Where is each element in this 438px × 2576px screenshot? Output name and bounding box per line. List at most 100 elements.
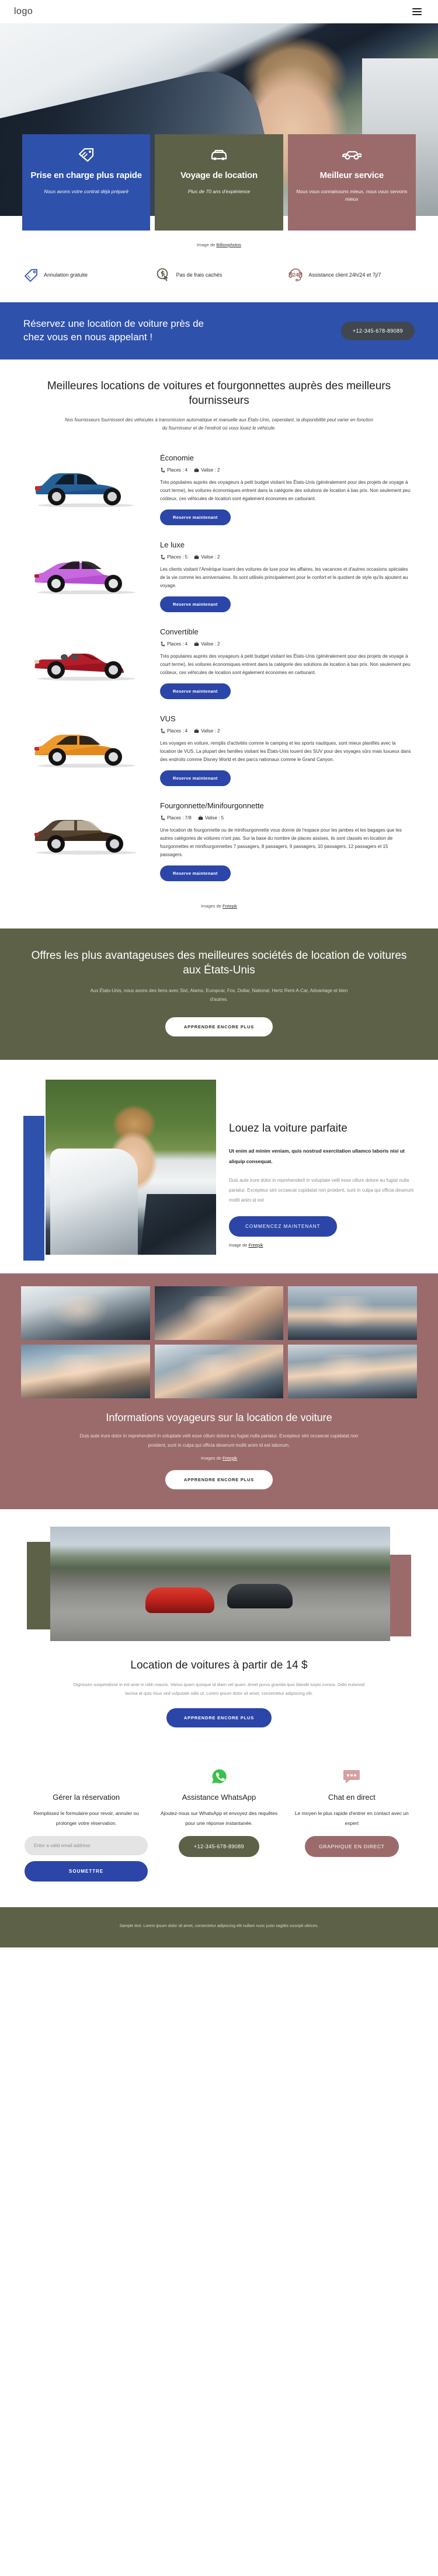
split-title: Louez la voiture parfaite: [229, 1122, 347, 1135]
perk-label: Annulation gratuite: [44, 271, 88, 278]
red-car-shape: [145, 1587, 214, 1613]
reserve-button[interactable]: Reserve maintenant: [160, 770, 231, 787]
car-title: Fourgonnette/Minifourgonnette: [160, 801, 264, 811]
car-front-icon: [163, 145, 274, 165]
seats-meta: Places : 4: [160, 728, 187, 734]
credit-link[interactable]: Billionphotos: [216, 242, 241, 247]
reserve-button[interactable]: Reserve maintenant: [160, 596, 231, 613]
seats-meta: Places : 5: [160, 554, 187, 560]
car-image-fourgonnette: [27, 800, 150, 865]
call-cta-band: Réservez une location de voiture près de…: [0, 302, 438, 359]
bags-label: Valise : 2: [201, 554, 220, 560]
car-meta: Places : 5 Valise : 2: [160, 554, 411, 560]
car-title: VUS: [160, 714, 176, 724]
contact-body: Le moyen le plus rapide d'entrer en cont…: [294, 1810, 409, 1826]
credit-prefix: Images de: [200, 903, 223, 909]
suitcase-icon: [198, 816, 203, 821]
contact-whatsapp: Assistance WhatsApp Ajoutez-nous sur Wha…: [157, 1765, 280, 1882]
feature-card-title: Prise en charge plus rapide: [30, 170, 142, 180]
feature-card-subtitle: Plus de 70 ans d'expérience: [187, 189, 251, 195]
perk-free-cancellation: Annulation gratuite: [23, 267, 150, 282]
perfect-car-section: Louez la voiture parfaite Ut enim ad min…: [0, 1060, 438, 1273]
section-title: Meilleures locations de voitures et four…: [47, 379, 391, 407]
car-title: Le luxe: [160, 540, 185, 550]
rose-button-wrap: APPRENDRE ENCORE PLUS: [21, 1469, 417, 1489]
car-row: VUS Places : 4 Valise : 2 Les voyages en…: [27, 707, 411, 794]
seats-label: Places : 4: [167, 467, 188, 473]
contact-live-chat: Chat en direct Le moyen le plus rapide d…: [290, 1765, 413, 1882]
split-body: Louez la voiture parfaite Ut enim ad min…: [229, 1080, 415, 1248]
reserve-button[interactable]: Reserve maintenant: [160, 865, 231, 882]
phone-button[interactable]: +12-345-678-89089: [340, 321, 415, 340]
logo[interactable]: logo: [14, 6, 33, 17]
feature-card-best-service[interactable]: Meilleur service Nous vous connaissons m…: [287, 134, 416, 231]
perk-no-hidden-fees: Pas de frais cachés: [156, 267, 283, 282]
credit-prefix: Image de: [229, 1242, 249, 1248]
tag-car-icon: [30, 145, 142, 165]
credit-prefix: Image de: [197, 242, 217, 247]
olive-band-title: Offres les plus avantageuses des meilleu…: [31, 950, 407, 977]
car-row: Économie Places : 4 Valise : 2 Très popu…: [27, 446, 411, 533]
feature-cards: Prise en charge plus rapide Nous avons v…: [0, 134, 438, 231]
car-description: Très populaires auprès des voyageurs à p…: [160, 654, 411, 676]
hamburger-menu-icon[interactable]: [410, 6, 424, 18]
footer-text: Sample text. Lorem ipsum dolor sit amet,…: [119, 1924, 319, 1929]
site-header: logo: [0, 0, 438, 23]
start-now-button[interactable]: COMMENCEZ MAINTENANT: [229, 1216, 337, 1237]
car-meta: Places : 7/8 Valise : 5: [160, 815, 411, 821]
rose-band-body: Duis aute irure dolor in reprehenderit i…: [79, 1433, 359, 1448]
suitcase-icon: [194, 642, 199, 647]
bags-label: Valise : 2: [201, 641, 220, 647]
dollar-cursor-icon: [156, 267, 171, 282]
seats-label: Places : 4: [167, 728, 188, 734]
contact-manage-booking: Gérer la réservation Remplissez le formu…: [25, 1765, 148, 1882]
car-category-list: Économie Places : 4 Valise : 2 Très popu…: [0, 438, 438, 892]
feature-card-pickup[interactable]: Prise en charge plus rapide Nous avons v…: [22, 134, 151, 231]
feature-card-subtitle: Nous vous connaissons mieux, nous vous s…: [296, 189, 408, 203]
dark-car-shape: [227, 1583, 293, 1608]
learn-more-button[interactable]: APPRENDRE ENCORE PLUS: [166, 1708, 272, 1727]
car-description: Les voyages en voiture, remplis d'activi…: [160, 741, 411, 763]
seats-label: Places : 4: [167, 641, 188, 647]
car-info: Le luxe Places : 5 Valise : 2 Les client…: [160, 539, 411, 613]
gallery-photo: [154, 1345, 284, 1398]
email-field[interactable]: [25, 1836, 148, 1856]
car-image-economie: [27, 452, 150, 518]
suitcase-icon: [194, 468, 199, 473]
seat-icon: [161, 815, 165, 821]
whatsapp-phone-button[interactable]: +12-345-678-89089: [178, 1836, 260, 1858]
chat-bubble-icon: [290, 1765, 413, 1788]
suitcase-icon: [194, 729, 199, 734]
bags-label: Valise : 2: [201, 728, 220, 734]
submit-button[interactable]: SOUMETTRE: [25, 1861, 148, 1882]
manage-booking-spacer: [25, 1765, 148, 1788]
accent-block: [23, 1116, 44, 1261]
bags-meta: Valise : 2: [194, 641, 220, 647]
learn-more-button[interactable]: APPRENDRE ENCORE PLUS: [165, 1469, 273, 1489]
split-lead: Ut enim ad minim veniam, quis nostrud ex…: [229, 1147, 405, 1164]
seats-meta: Places : 4: [160, 641, 187, 647]
car-info: Fourgonnette/Minifourgonnette Places : 7…: [160, 800, 411, 882]
credit-link[interactable]: Freepik: [248, 1242, 263, 1248]
live-chat-button[interactable]: GRAPHIQUE EN DIRECT: [305, 1836, 399, 1858]
price-section: [0, 1509, 438, 1643]
bags-label: Valise : 2: [201, 467, 220, 473]
headset-24-icon: 24: [288, 267, 303, 282]
car-meta: Places : 4 Valise : 2: [160, 728, 411, 734]
credit-link[interactable]: Freepik: [223, 1455, 237, 1461]
seats-meta: Places : 7/8: [160, 815, 192, 821]
reserve-button[interactable]: Reserve maintenant: [160, 509, 231, 526]
seats-label: Places : 5: [167, 554, 188, 560]
perk-label: Pas de frais cachés: [176, 271, 223, 278]
car-info: VUS Places : 4 Valise : 2 Les voyages en…: [160, 713, 411, 787]
cars-image-credit: Images de Freepik: [0, 892, 438, 913]
providers-section-header: Meilleures locations de voitures et four…: [0, 359, 438, 438]
reserve-button[interactable]: Reserve maintenant: [160, 683, 231, 700]
gallery-photo: [288, 1345, 417, 1398]
learn-more-button[interactable]: APPRENDRE ENCORE PLUS: [165, 1017, 273, 1036]
contact-body: Ajoutez-nous sur WhatsApp et envoyez des…: [160, 1810, 278, 1826]
credit-link[interactable]: Freepik: [223, 903, 237, 909]
split-media: [23, 1080, 216, 1261]
feature-card-rental-trip[interactable]: Voyage de location Plus de 70 ans d'expé…: [155, 134, 283, 231]
gallery-photo: [288, 1286, 417, 1340]
